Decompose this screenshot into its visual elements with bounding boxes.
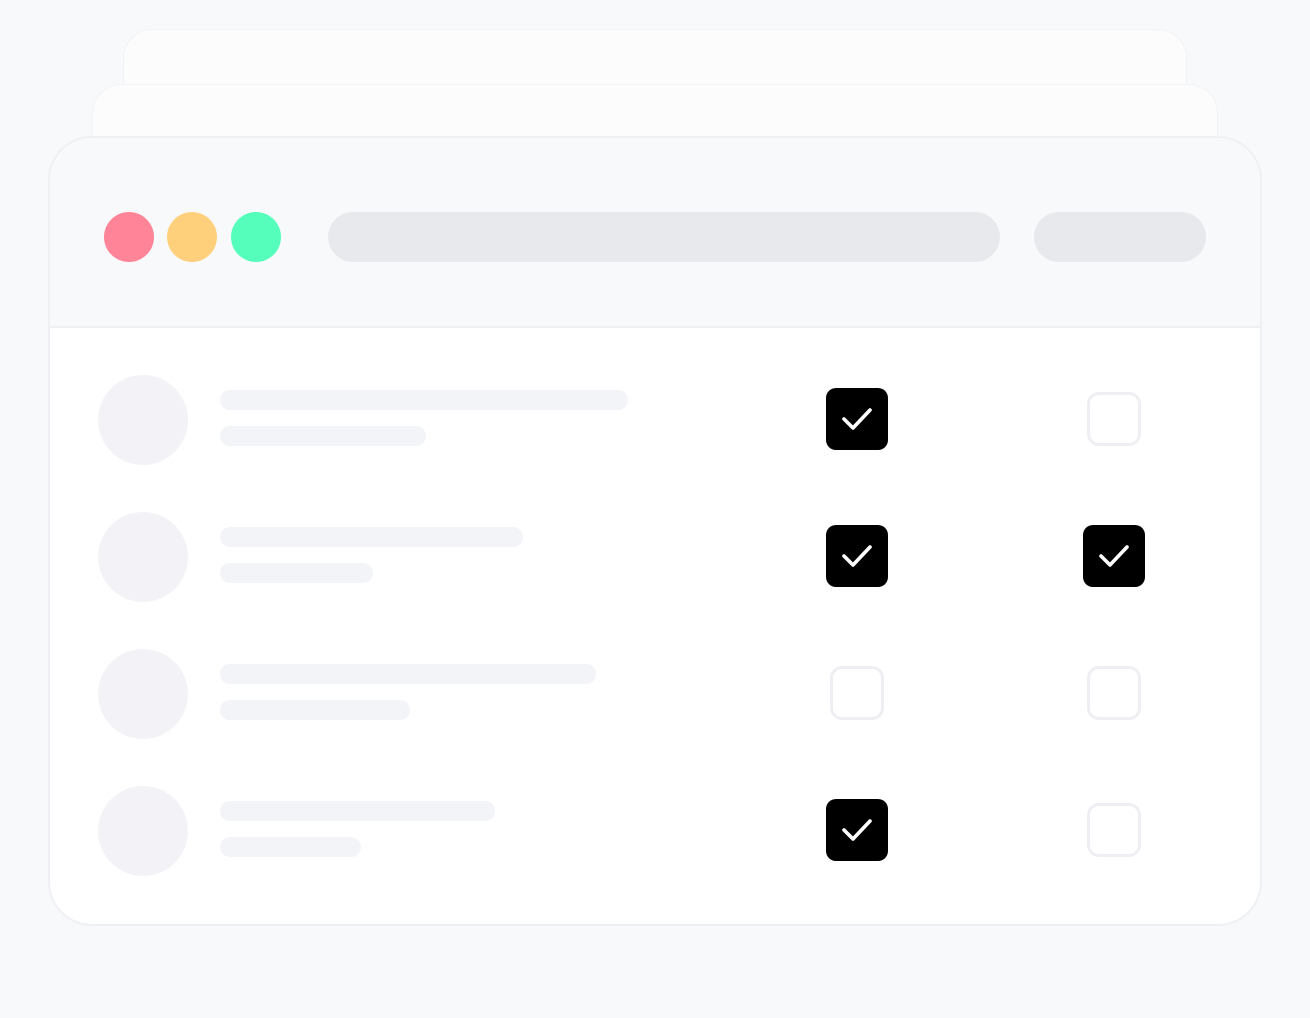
app-window [48,136,1262,926]
checkbox-column-b[interactable] [1087,666,1141,720]
action-button-placeholder[interactable] [1034,212,1206,262]
text-placeholder-primary [220,527,523,547]
window-titlebar [50,138,1260,328]
check-icon [842,819,872,841]
check-icon [842,408,872,430]
text-placeholder-primary [220,390,628,410]
avatar [98,649,188,739]
text-placeholder-primary [220,664,596,684]
maximize-window-button[interactable] [231,212,281,262]
list-item [50,375,1260,465]
list-item [50,512,1260,602]
checkbox-column-b[interactable] [1087,803,1141,857]
text-placeholder-primary [220,801,495,821]
text-placeholder-secondary [220,837,361,857]
checkbox-column-b[interactable] [1087,392,1141,446]
address-bar-placeholder[interactable] [328,212,1000,262]
close-window-button[interactable] [104,212,154,262]
list-item [50,649,1260,739]
text-placeholder-secondary [220,426,426,446]
avatar [98,512,188,602]
checkbox-column-a[interactable] [826,799,888,861]
minimize-window-button[interactable] [167,212,217,262]
avatar [98,786,188,876]
list-item [50,786,1260,876]
check-icon [842,545,872,567]
check-icon [1099,545,1129,567]
avatar [98,375,188,465]
checkbox-column-b[interactable] [1083,525,1145,587]
checkbox-column-a[interactable] [826,388,888,450]
text-placeholder-secondary [220,563,373,583]
checkbox-column-a[interactable] [826,525,888,587]
checkbox-column-a[interactable] [830,666,884,720]
text-placeholder-secondary [220,700,410,720]
